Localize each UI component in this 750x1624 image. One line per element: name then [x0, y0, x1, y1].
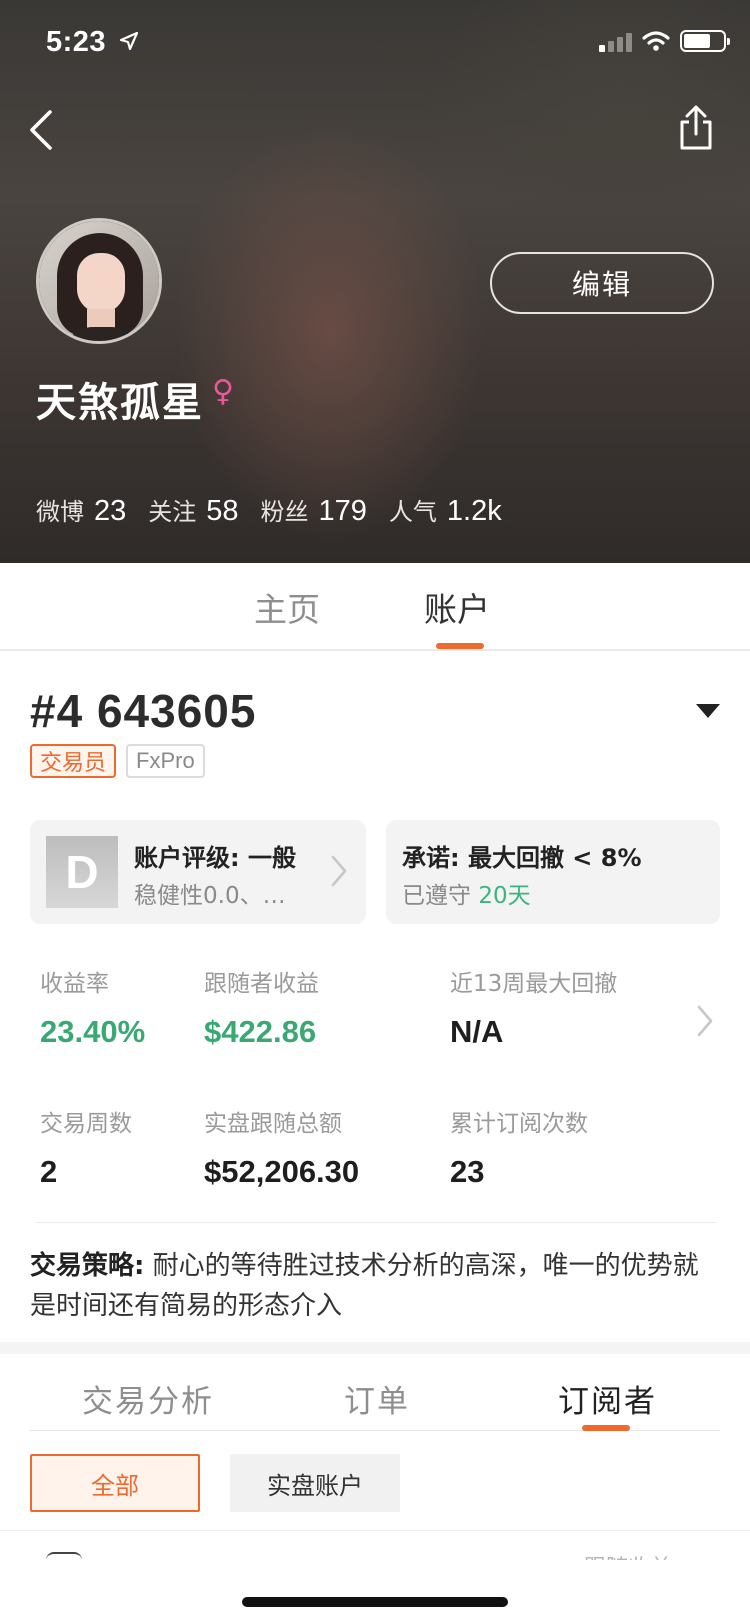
- metric-label-follower-profit: 跟随者收益: [204, 971, 319, 997]
- filter-live-account-button[interactable]: 实盘账户: [230, 1454, 400, 1512]
- metric-value-return: 23.40%: [40, 1014, 146, 1049]
- stat-label-popularity: 人气: [388, 498, 437, 526]
- promise-title: 承诺: 最大回撤 < 8%: [402, 844, 642, 872]
- stat-value-popularity: 1.2k: [446, 495, 502, 527]
- chevron-right-icon: [331, 855, 347, 887]
- tab-orders[interactable]: 订单: [344, 1376, 410, 1421]
- list-avatar-peek: [46, 1552, 82, 1560]
- list-divider: [0, 1530, 750, 1531]
- promise-kept: 已遵守 20天: [402, 876, 531, 910]
- stat-label-following[interactable]: 关注: [148, 492, 196, 527]
- account-rating-card[interactable]: D 账户评级: 一般 稳健性0.0、…: [30, 820, 366, 924]
- metric-label-subscriptions: 累计订阅次数: [450, 1111, 588, 1137]
- location-arrow-icon: [120, 32, 138, 50]
- username: 天煞孤星: [36, 380, 204, 426]
- back-arrow-icon[interactable]: [24, 108, 64, 152]
- metric-label-trading-weeks: 交易周数: [40, 1111, 132, 1137]
- rating-subtitle: 稳健性0.0、…: [134, 883, 286, 909]
- rating-title: 账户评级: 一般: [134, 844, 296, 872]
- tab-account[interactable]: 账户: [424, 583, 490, 631]
- tab-home[interactable]: 主页: [254, 583, 320, 631]
- metric-value-max-drawdown: N/A: [450, 1014, 504, 1049]
- broker-badge: FxPro: [126, 744, 205, 778]
- status-indicators: [599, 30, 730, 52]
- status-time: 5:23: [46, 26, 107, 58]
- stat-label-fans[interactable]: 粉丝: [261, 492, 309, 527]
- stat-label-weibo[interactable]: 微博: [36, 492, 84, 527]
- cellular-signal-icon: [599, 30, 632, 52]
- active-tab-indicator: [436, 643, 484, 649]
- stat-value-fans[interactable]: 179: [319, 495, 367, 528]
- promise-kept-days: 20天: [478, 883, 531, 909]
- stat-value-following[interactable]: 58: [206, 495, 238, 528]
- strategy-label: 交易策略:: [30, 1251, 145, 1281]
- active-subtab-indicator: [582, 1425, 630, 1431]
- wifi-icon: [642, 31, 670, 51]
- rating-grade-badge: D: [46, 836, 118, 908]
- trading-strategy: 交易策略: 耐心的等待胜过技术分析的高深，唯一的优势就是时间还有简易的形态介入: [30, 1246, 724, 1326]
- female-gender-icon: ♀: [212, 374, 234, 409]
- battery-icon: [680, 30, 730, 52]
- metric-value-follower-profit: $422.86: [204, 1014, 317, 1049]
- chevron-right-icon[interactable]: [696, 1004, 714, 1038]
- metric-value-follow-total: $52,206.30: [204, 1154, 360, 1189]
- stat-value-weibo[interactable]: 23: [94, 495, 126, 528]
- tab-subscribers[interactable]: 订阅者: [558, 1376, 657, 1421]
- account-number: #4 643605: [30, 685, 257, 737]
- filter-all-button[interactable]: 全部: [30, 1454, 200, 1512]
- profile-header: 5:23 编辑 天煞孤星 ♀ 微博 23 关注 58 粉丝 179 人气 1.2…: [0, 0, 750, 563]
- metric-label-max-drawdown: 近13周最大回撤: [450, 971, 618, 997]
- metric-label-follow-total: 实盘跟随总额: [204, 1111, 342, 1137]
- column-header-follow-profit: 跟随收益: [584, 1550, 672, 1560]
- metric-label-return: 收益率: [40, 971, 109, 997]
- edit-profile-button[interactable]: 编辑: [490, 252, 714, 314]
- metric-value-subscriptions: 23: [450, 1154, 485, 1189]
- promise-kept-prefix: 已遵守: [402, 883, 471, 909]
- share-icon[interactable]: [676, 104, 716, 152]
- home-indicator[interactable]: [242, 1597, 508, 1607]
- promise-card: 承诺: 最大回撤 < 8% 已遵守 20天: [386, 820, 720, 924]
- trader-badge: 交易员: [30, 744, 117, 778]
- account-dropdown-icon[interactable]: [696, 704, 720, 718]
- avatar[interactable]: [36, 218, 162, 344]
- profile-tabs: 主页 账户: [0, 563, 750, 651]
- tab-trade-analysis[interactable]: 交易分析: [82, 1376, 214, 1421]
- profile-stats: 微博 23 关注 58 粉丝 179 人气 1.2k: [36, 492, 524, 528]
- section-gap: [0, 1342, 750, 1354]
- metric-value-trading-weeks: 2: [40, 1154, 58, 1189]
- section-divider: [36, 1222, 716, 1223]
